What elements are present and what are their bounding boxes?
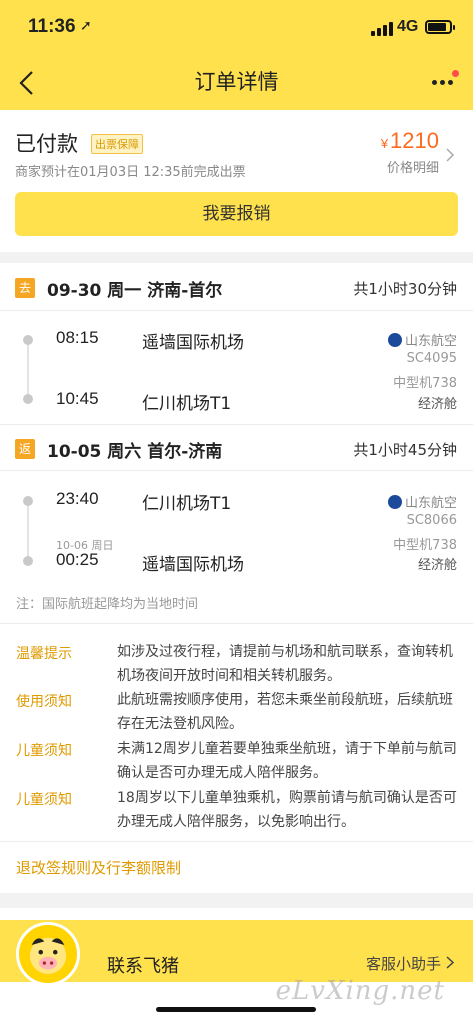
divider xyxy=(0,470,473,471)
itinerary-card: 去 09-30 周一 济南-首尔 共1小时30分钟 08:15 遥墙国际机场 1… xyxy=(0,263,473,893)
return-airline: 山东航空 xyxy=(387,492,457,511)
header: 11:36 ➚ 4G 订单详情 xyxy=(0,0,473,110)
shandong-airlines-logo-icon xyxy=(387,333,402,347)
tip-label: 儿童须知 xyxy=(16,743,72,759)
return-duration: 共1小时45分钟 xyxy=(353,441,457,459)
airline-name: 山东航空 xyxy=(404,496,457,511)
outbound-arr-time: 10:45 xyxy=(56,389,99,408)
outbound-duration: 共1小时30分钟 xyxy=(353,280,457,298)
tip-label: 温馨提示 xyxy=(16,646,72,662)
arrival-dot xyxy=(23,556,33,566)
divider xyxy=(0,424,473,425)
more-dots-icon[interactable] xyxy=(430,70,459,94)
price-detail-link[interactable]: 价格明细 xyxy=(387,157,439,176)
departure-dot xyxy=(23,496,33,506)
tip-label: 使用须知 xyxy=(16,694,72,710)
tip-text: 此航班需按顺序使用，若您未乘坐前段航班，后续航班存在无法登机风险。 xyxy=(117,692,453,732)
return-badge: 返 xyxy=(15,439,35,459)
return-arr-time: 00:25 xyxy=(56,550,99,569)
outbound-airline: 山东航空 xyxy=(387,330,457,349)
departure-dot xyxy=(23,335,33,345)
route-line xyxy=(27,504,29,558)
payment-status: 已付款 xyxy=(15,132,78,156)
rules-link[interactable]: 退改签规则及行李额限制 xyxy=(16,857,181,878)
reimbursement-button[interactable]: 我要报销 xyxy=(15,192,458,236)
local-time-note: 注：国际航班起降均为当地时间 xyxy=(16,597,199,612)
route-line xyxy=(27,344,29,396)
return-dep-airport: 仁川机场T1 xyxy=(142,494,232,514)
return-header: 返 10-05 周六 首尔-济南 共1小时45分钟 xyxy=(0,426,473,470)
tip-label: 儿童须知 xyxy=(16,792,72,808)
contact-fliggy-label: 联系飞猪 xyxy=(107,956,179,977)
location-arrow-icon: ➚ xyxy=(80,18,92,34)
fliggy-mascot-icon xyxy=(16,922,80,986)
divider xyxy=(0,841,473,842)
notification-dot xyxy=(452,70,459,77)
price-value: 1210 xyxy=(390,128,439,153)
return-cabin: 经济舱 xyxy=(417,558,457,573)
page-title: 订单详情 xyxy=(194,70,279,94)
shandong-airlines-logo-icon xyxy=(387,495,402,509)
status-bar: 11:36 ➚ 4G xyxy=(0,14,473,44)
outbound-dep-time: 08:15 xyxy=(56,328,99,347)
return-dep-time: 23:40 xyxy=(56,489,99,508)
chevron-right-icon[interactable] xyxy=(444,956,457,969)
price[interactable]: ¥1210 xyxy=(381,128,439,154)
tip-text: 如涉及过夜行程，请提前与机场和航司联系，查询转机机场夜间开放时间和相关转机服务。 xyxy=(117,644,453,684)
status-time: 11:36 xyxy=(28,16,76,37)
home-indicator[interactable] xyxy=(156,1007,316,1012)
network-label: 4G xyxy=(397,18,419,35)
battery-icon xyxy=(425,20,455,34)
return-aircraft: 中型机738 xyxy=(393,538,457,553)
outbound-cabin: 经济舱 xyxy=(417,397,457,412)
return-title: 10-05 周六 首尔-济南 xyxy=(47,442,223,462)
chevron-right-icon[interactable] xyxy=(443,148,457,162)
outbound-header: 去 09-30 周一 济南-首尔 共1小时30分钟 xyxy=(0,265,473,309)
outbound-dep-airport: 遥墙国际机场 xyxy=(142,333,244,353)
watermark: eLvXing.net xyxy=(275,976,445,1006)
outbound-badge: 去 xyxy=(15,278,35,298)
ticket-guarantee-badge: 出票保障 xyxy=(91,134,143,154)
outbound-aircraft: 中型机738 xyxy=(393,376,457,391)
arrival-dot xyxy=(23,394,33,404)
currency-symbol: ¥ xyxy=(380,136,389,151)
outbound-flight-no: SC4095 xyxy=(406,351,457,366)
signal-icon xyxy=(371,22,393,36)
divider xyxy=(0,310,473,311)
outbound-title: 09-30 周一 济南-首尔 xyxy=(47,281,223,301)
customer-service-link[interactable]: 客服小助手 xyxy=(366,953,441,974)
ticketing-note: 商家预计在01月03日 12:35前完成出票 xyxy=(15,165,246,180)
outbound-arr-airport: 仁川机场T1 xyxy=(142,394,232,414)
return-flight-no: SC8066 xyxy=(406,513,457,528)
contact-band[interactable]: 联系飞猪 客服小助手 xyxy=(0,920,473,986)
payment-card: 已付款 出票保障 商家预计在01月03日 12:35前完成出票 ¥1210 价格… xyxy=(0,110,473,252)
tip-text: 未满12周岁儿童若要单独乘坐航班，请于下单前与航司确认是否可办理无成人陪伴服务。 xyxy=(117,741,457,781)
tip-text: 18周岁以下儿童单独乘机，购票前请与航司确认是否可办理无成人陪伴服务，以免影响出… xyxy=(117,790,457,830)
airline-name: 山东航空 xyxy=(404,334,457,349)
divider xyxy=(0,623,473,624)
return-arr-airport: 遥墙国际机场 xyxy=(142,555,244,575)
